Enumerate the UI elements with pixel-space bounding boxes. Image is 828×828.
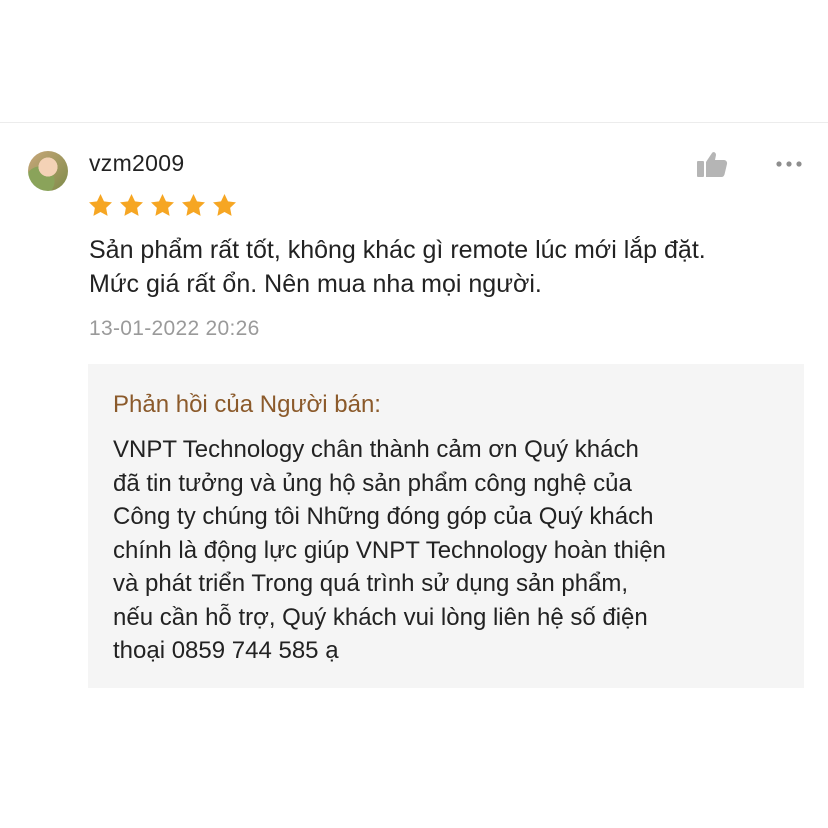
reply-line: nếu cần hỗ trợ, Quý khách vui lòng liên … <box>113 603 648 631</box>
reply-line: chính là động lực giúp VNPT Technology h… <box>113 536 666 564</box>
username[interactable]: vzm2009 <box>89 150 184 177</box>
comment-line: Mức giá rất ổn. Nên mua nha mọi người. <box>89 270 542 298</box>
review-comment: Sản phẩm rất tốt, không khác gì remote l… <box>89 233 814 301</box>
reply-line: Công ty chúng tôi Những đóng góp của Quý… <box>113 503 654 530</box>
thumbs-up-icon[interactable] <box>696 150 728 178</box>
seller-reply-text: VNPT Technology chân thành cảm ơn Quý kh… <box>113 433 666 668</box>
review-timestamp: 13-01-2022 20:26 <box>89 317 260 340</box>
star-icon <box>151 194 174 216</box>
reply-line: VNPT Technology chân thành cảm ơn Quý kh… <box>113 436 639 463</box>
avatar[interactable] <box>28 151 68 191</box>
star-icon <box>213 194 236 216</box>
reply-line: đã tin tưởng và ủng hộ sản phẩm công ngh… <box>113 469 632 497</box>
star-icon <box>120 194 143 216</box>
star-icon <box>182 194 205 216</box>
rating-stars <box>87 192 238 219</box>
seller-reply-title: Phản hồi của Người bán: <box>113 391 381 418</box>
review-item: vzm2009 Sản phẩm rất tốt, không khác gì … <box>0 123 828 828</box>
star-icon <box>89 194 112 216</box>
reply-line: thoại 0859 744 585 ạ <box>113 637 339 664</box>
comment-line: Sản phẩm rất tốt, không khác gì remote l… <box>89 236 706 264</box>
more-options-icon[interactable] <box>775 159 803 169</box>
reply-line: và phát triển Trong quá trình sử dụng sả… <box>113 570 629 597</box>
seller-reply-box: Phản hồi của Người bán: VNPT Technology … <box>88 364 804 688</box>
